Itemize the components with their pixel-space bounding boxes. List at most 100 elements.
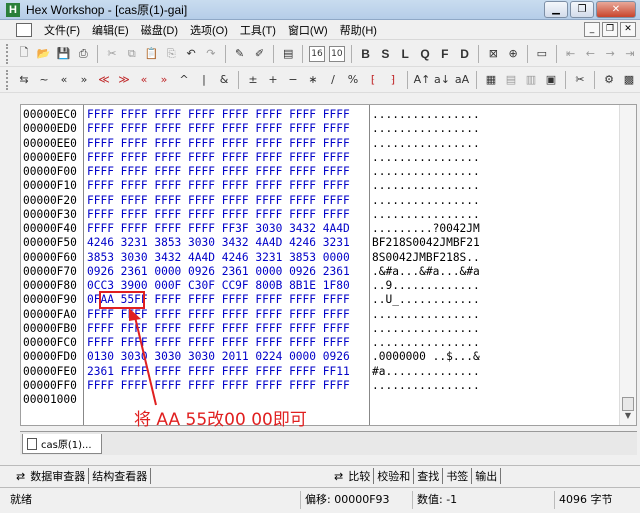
- modulo-icon[interactable]: %: [343, 70, 363, 90]
- scroll-down-icon[interactable]: ▼: [622, 411, 634, 423]
- shift-left-icon[interactable]: «: [54, 70, 74, 90]
- scrollbar-thumb[interactable]: [622, 397, 634, 411]
- tab-compare[interactable]: 比较: [345, 468, 375, 484]
- hex-row[interactable]: FFFF FFFF FFFF FFFF FFFF FFFF FFFF FFFF: [84, 179, 369, 193]
- structure-icon[interactable]: ▦: [481, 70, 501, 90]
- ascii-row[interactable]: #a..............: [370, 365, 620, 379]
- ascii-row[interactable]: BF218S0042JMBF21: [370, 236, 620, 250]
- new-file-icon[interactable]: 🗋: [14, 44, 34, 64]
- structure-remove-icon[interactable]: ▥: [521, 70, 541, 90]
- ascii-row[interactable]: ................: [370, 108, 620, 122]
- menu-file[interactable]: 文件(F): [38, 22, 86, 38]
- hex-row[interactable]: FFFF FFFF FFFF FFFF FFFF FFFF FFFF FFFF: [84, 336, 369, 350]
- ascii-row[interactable]: ................: [370, 194, 620, 208]
- ascii-row[interactable]: ................: [370, 336, 620, 350]
- checksum-icon[interactable]: ⊠: [483, 44, 503, 64]
- menu-help[interactable]: 帮助(H): [334, 22, 383, 38]
- subtract-icon[interactable]: −: [283, 70, 303, 90]
- ascii-row[interactable]: ................: [370, 122, 620, 136]
- divide-icon[interactable]: ∕: [323, 70, 343, 90]
- quad-q-button[interactable]: Q: [415, 44, 435, 64]
- tab-structure-viewer[interactable]: 结构查看器: [89, 468, 152, 484]
- lower-bound-icon[interactable]: ⁅: [363, 70, 383, 90]
- undo-icon[interactable]: ↶: [181, 44, 201, 64]
- panel-nav-icon-2[interactable]: ⇄: [332, 470, 345, 483]
- mdi-restore-icon[interactable]: ❐: [602, 22, 618, 37]
- tab-find[interactable]: 查找: [414, 468, 444, 484]
- compare-icon[interactable]: ▤: [278, 44, 298, 64]
- or-icon[interactable]: |: [194, 70, 214, 90]
- structure-add-icon[interactable]: ▤: [501, 70, 521, 90]
- hex-editor[interactable]: 00000EC0 00000ED0 00000EE0 00000EF0 00000F00…: [20, 104, 637, 430]
- byte-b-button[interactable]: B: [356, 44, 376, 64]
- view-window-icon[interactable]: ▭: [532, 44, 552, 64]
- base-16-icon[interactable]: 16: [309, 45, 325, 62]
- add-icon[interactable]: +: [263, 70, 283, 90]
- vertical-scrollbar[interactable]: ▼: [619, 105, 636, 425]
- ascii-row[interactable]: ................: [370, 379, 620, 393]
- hex-row[interactable]: 0926 2361 0000 0926 2361 0000 0926 2361: [84, 265, 369, 279]
- short-s-button[interactable]: S: [376, 44, 396, 64]
- minimize-icon[interactable]: ▁: [544, 1, 568, 18]
- shift-right-icon[interactable]: »: [74, 70, 94, 90]
- uppercase-icon[interactable]: A↑: [412, 70, 432, 90]
- tab-checksum[interactable]: 校验和: [374, 468, 415, 484]
- hex-row[interactable]: FFFF FFFF FFFF FFFF FFFF FFFF FFFF FFFF: [84, 322, 369, 336]
- toggle-case-icon[interactable]: aA: [452, 70, 472, 90]
- change-sign-icon[interactable]: ±: [243, 70, 263, 90]
- forward-icon[interactable]: →: [600, 44, 620, 64]
- multiply-icon[interactable]: ∗: [303, 70, 323, 90]
- ascii-row[interactable]: ................: [370, 151, 620, 165]
- print-icon[interactable]: ⎙: [73, 44, 93, 64]
- mdi-minimize-icon[interactable]: _: [584, 22, 600, 37]
- settings-gear-icon[interactable]: ⚙: [599, 70, 619, 90]
- hex-row[interactable]: 0130 3030 3030 3030 2011 0224 0000 0926: [84, 350, 369, 364]
- hex-column[interactable]: FFFF FFFF FFFF FFFF FFFF FFFF FFFF FFFF F…: [84, 105, 370, 425]
- block-shift-left-icon[interactable]: «: [134, 70, 154, 90]
- template-icon[interactable]: ▣: [541, 70, 561, 90]
- hex-row[interactable]: FFFF FFFF FFFF FFFF FFFF FFFF FFFF FFFF: [84, 308, 369, 322]
- hex-row[interactable]: FFFF FFFF FFFF FFFF FFFF FFFF FFFF FFFF: [84, 137, 369, 151]
- first-icon[interactable]: ⇤: [561, 44, 581, 64]
- hex-row[interactable]: FFFF FFFF FFFF FFFF FFFF FFFF FFFF FFFF: [84, 208, 369, 222]
- ascii-row[interactable]: ..9.............: [370, 279, 620, 293]
- ascii-column[interactable]: ........................................…: [370, 105, 620, 425]
- upper-bound-icon[interactable]: ⁆: [383, 70, 403, 90]
- last-icon[interactable]: ⇥: [620, 44, 640, 64]
- hex-row[interactable]: 4246 3231 3853 3030 3432 4A4D 4246 3231: [84, 236, 369, 250]
- hex-row[interactable]: FFFF FFFF FFFF FFFF FFFF FFFF FFFF FFFF: [84, 379, 369, 393]
- ascii-row[interactable]: .0000000 ..$...&: [370, 350, 620, 364]
- cut-icon[interactable]: ✂: [102, 44, 122, 64]
- save-icon[interactable]: 💾: [54, 44, 74, 64]
- menu-window[interactable]: 窗口(W): [282, 22, 334, 38]
- tools-icon[interactable]: ✂: [570, 70, 590, 90]
- long-l-button[interactable]: L: [395, 44, 415, 64]
- panel-nav-icon[interactable]: ⇄: [14, 470, 27, 483]
- highlight-pen-icon[interactable]: ✐: [250, 44, 270, 64]
- close-icon[interactable]: ✕: [596, 1, 636, 18]
- hex-row[interactable]: 3853 3030 3432 4A4D 4246 3231 3853 0000: [84, 251, 369, 265]
- copy-icon[interactable]: ⧉: [122, 44, 142, 64]
- ascii-row[interactable]: ................: [370, 137, 620, 151]
- menu-tools[interactable]: 工具(T): [234, 22, 282, 38]
- tab-data-inspector[interactable]: 数据审查器: [27, 468, 90, 484]
- hex-row[interactable]: FFFF FFFF FFFF FFFF FFFF FFFF FFFF FFFF: [84, 122, 369, 136]
- paste-special-icon[interactable]: ⎘: [161, 44, 181, 64]
- tab-bookmarks[interactable]: 书签: [443, 468, 473, 484]
- tab-output[interactable]: 输出: [472, 468, 502, 484]
- ascii-row[interactable]: [370, 393, 620, 407]
- paste-icon[interactable]: 📋: [142, 44, 162, 64]
- back-icon[interactable]: ←: [581, 44, 601, 64]
- ascii-row[interactable]: ................: [370, 165, 620, 179]
- ascii-row[interactable]: ................: [370, 322, 620, 336]
- float-f-button[interactable]: F: [435, 44, 455, 64]
- assign-icon[interactable]: ⇆: [14, 70, 34, 90]
- ascii-row[interactable]: .&#a...&#a...&#a: [370, 265, 620, 279]
- menu-disk[interactable]: 磁盘(D): [135, 22, 184, 38]
- ascii-row[interactable]: 8S0042JMBF218S..: [370, 251, 620, 265]
- hex-row[interactable]: FFFF FFFF FFFF FFFF FFFF FFFF FFFF FFFF: [84, 108, 369, 122]
- goto-icon[interactable]: ⊕: [503, 44, 523, 64]
- hex-row[interactable]: FFFF FFFF FFFF FFFF FFFF FFFF FFFF FFFF: [84, 151, 369, 165]
- and-icon[interactable]: &: [214, 70, 234, 90]
- menu-options[interactable]: 选项(O): [184, 22, 234, 38]
